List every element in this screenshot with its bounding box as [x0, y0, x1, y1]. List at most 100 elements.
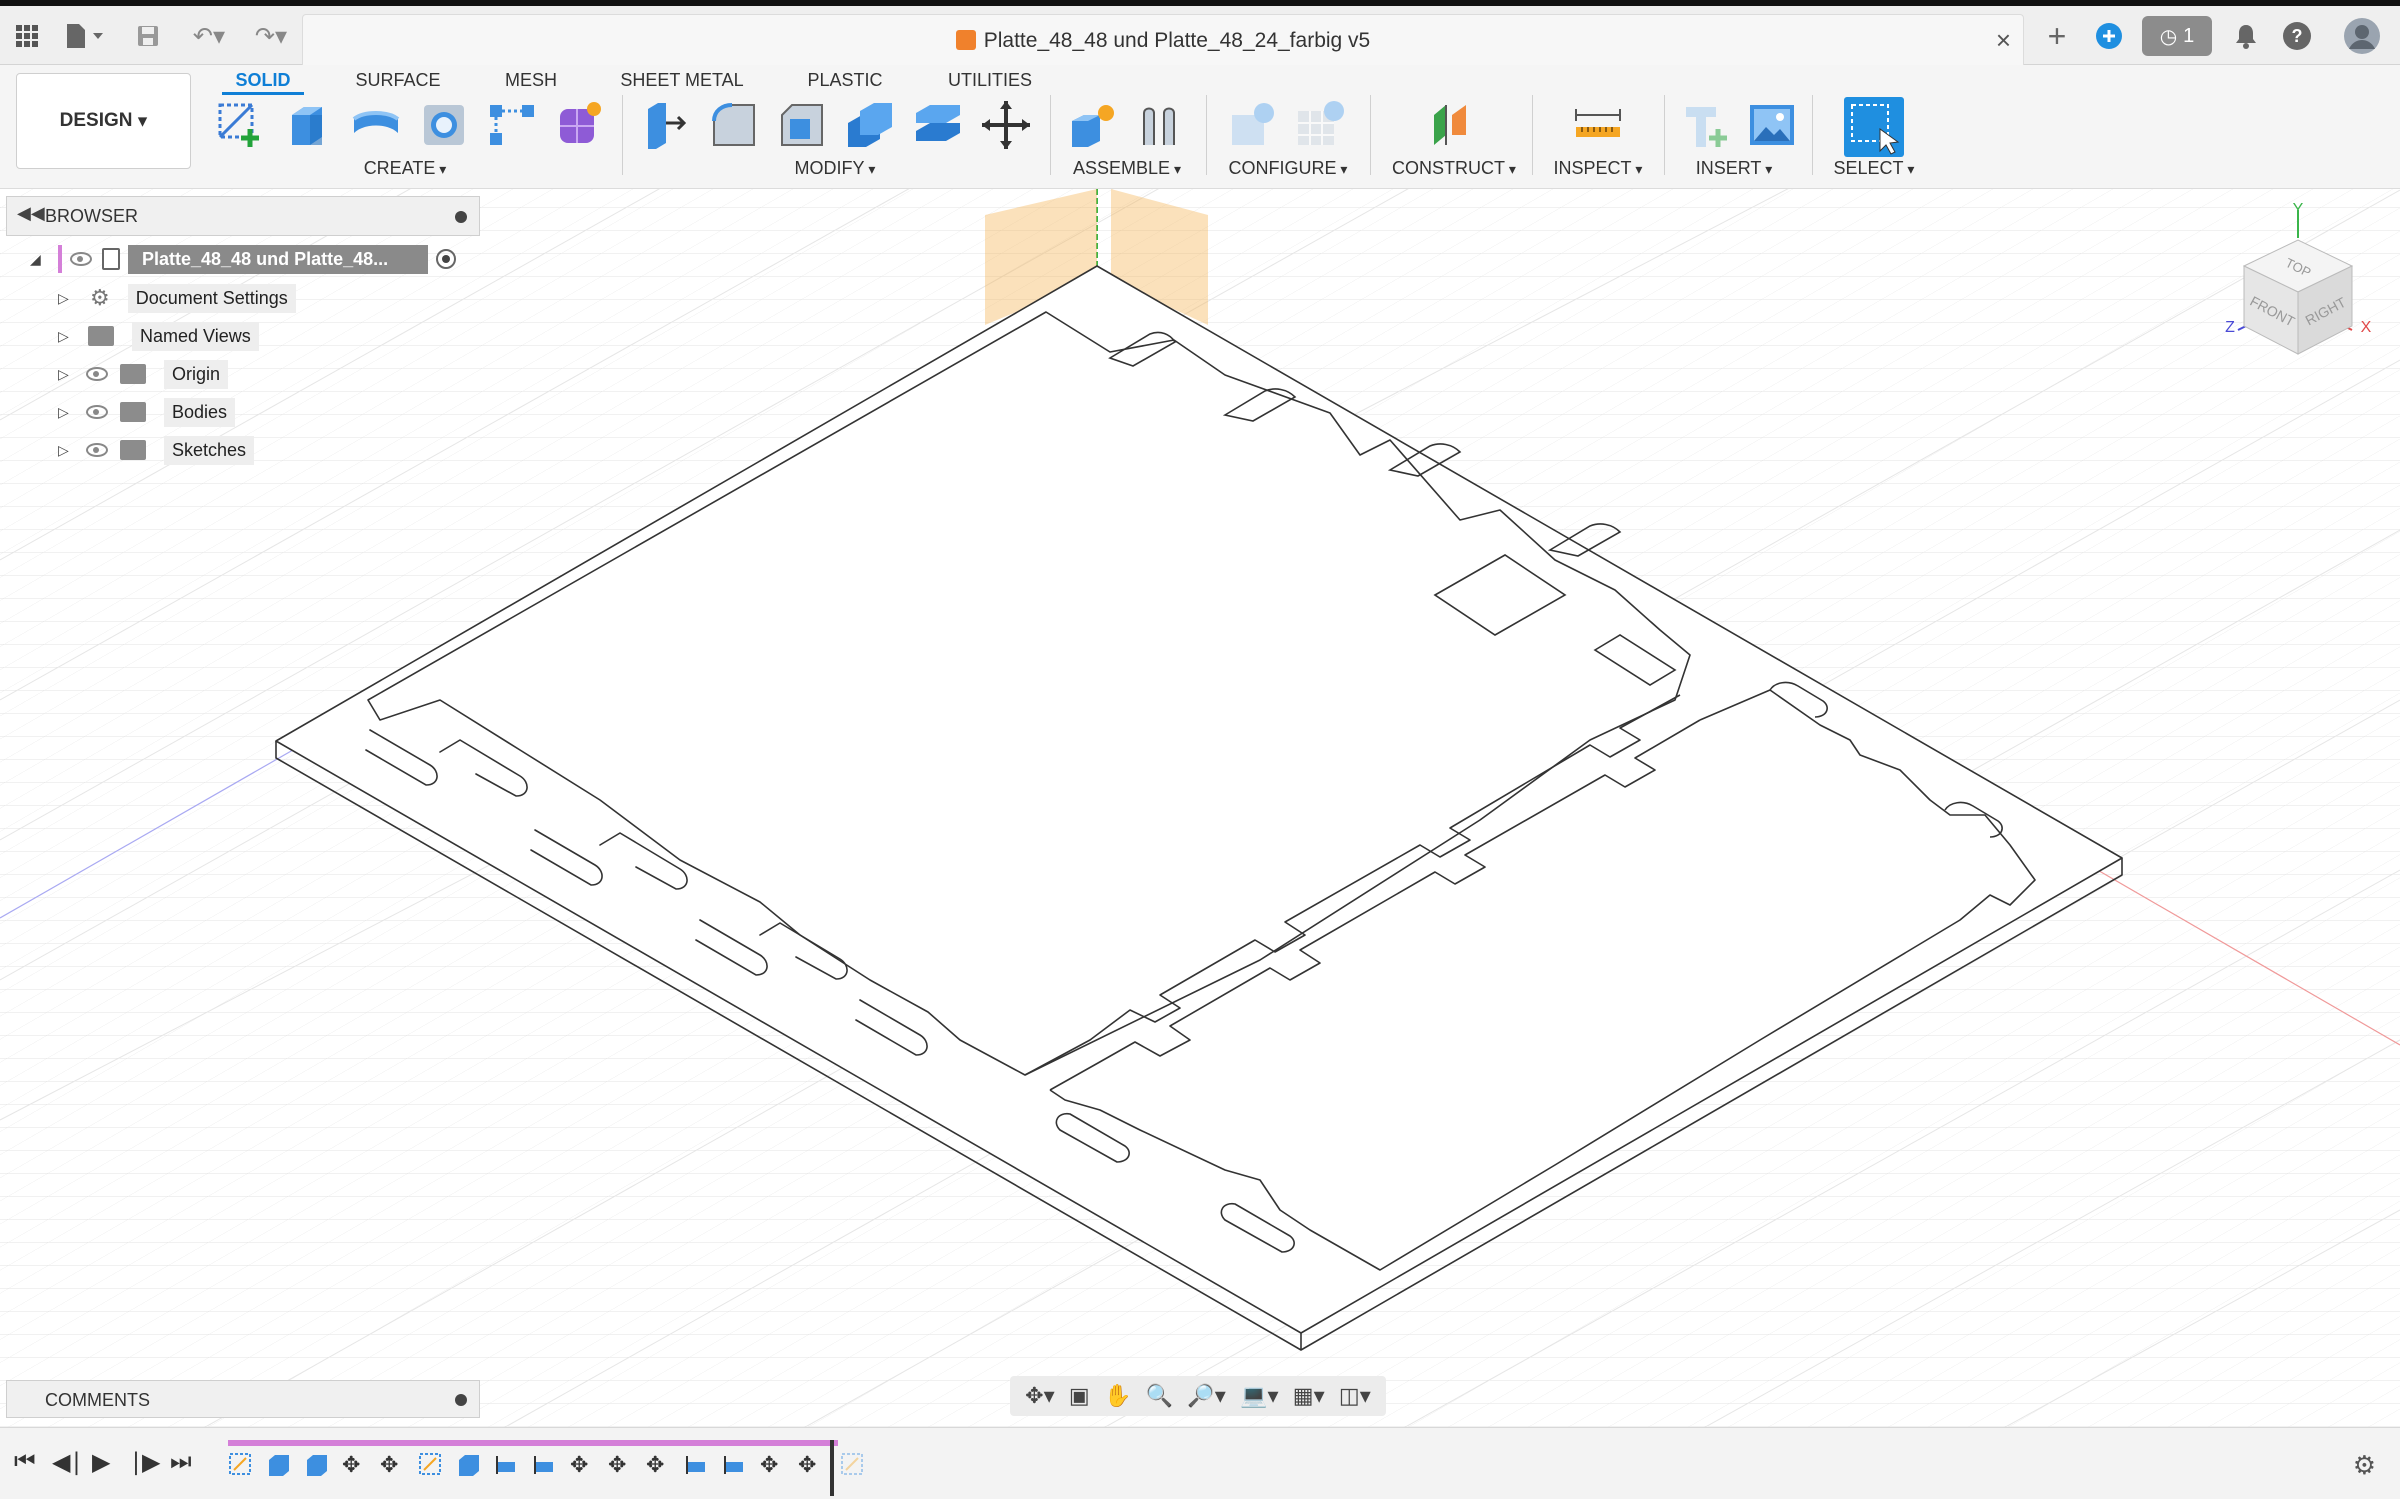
tree-item-document-settings[interactable]: ▷ ⚙ Document Settings — [58, 282, 296, 314]
inspect-menu[interactable]: INSPECT — [1538, 158, 1658, 179]
apps-grid-icon[interactable] — [10, 16, 44, 56]
timeline-extrude-icon[interactable] — [266, 1452, 292, 1476]
tab-plastic[interactable]: PLASTIC — [800, 65, 890, 95]
save-icon[interactable] — [132, 16, 164, 56]
tab-solid[interactable]: SOLID — [222, 65, 304, 95]
tree-item-origin[interactable]: ▷ Origin — [58, 358, 229, 390]
configure-menu[interactable]: CONFIGURE — [1218, 158, 1358, 179]
collapse-browser-icon[interactable]: ◀◀ — [17, 203, 45, 224]
timeline-track[interactable] — [228, 1440, 838, 1446]
timeline-align-icon[interactable] — [494, 1452, 520, 1476]
form-icon[interactable] — [552, 97, 608, 153]
zoom-icon[interactable]: 🔍 — [1146, 1383, 1173, 1409]
chamfer-icon[interactable] — [774, 97, 830, 153]
move-copy-icon[interactable] — [978, 97, 1034, 153]
shell-icon[interactable] — [842, 97, 898, 153]
visibility-eye-icon[interactable] — [70, 252, 92, 266]
pan-hand-icon[interactable]: ✋ — [1104, 1383, 1131, 1409]
expand-triangle-icon[interactable]: ▷ — [58, 366, 74, 383]
go-to-end-icon[interactable]: ⏭ — [170, 1448, 192, 1476]
tab-mesh[interactable]: MESH — [496, 65, 566, 95]
create-menu[interactable]: CREATE — [340, 158, 470, 179]
redo-icon[interactable]: ↷▾ — [246, 16, 296, 56]
insert-canvas-icon[interactable] — [1744, 97, 1800, 153]
extrude-icon[interactable] — [280, 97, 336, 153]
user-avatar[interactable] — [2340, 16, 2384, 56]
grid-settings-icon[interactable]: ▦▾ — [1293, 1383, 1325, 1409]
configure-rules-icon[interactable] — [1292, 97, 1348, 153]
press-pull-icon[interactable] — [638, 97, 694, 153]
viewports-icon[interactable]: ◫▾ — [1339, 1383, 1371, 1409]
modify-menu[interactable]: MODIFY — [770, 158, 900, 179]
expand-triangle-icon[interactable]: ▷ — [58, 290, 74, 307]
split-body-icon[interactable] — [910, 97, 966, 153]
timeline-align-icon[interactable] — [532, 1452, 558, 1476]
expand-triangle-icon[interactable]: ▷ — [58, 404, 74, 421]
select-menu[interactable]: SELECT — [1814, 158, 1934, 179]
timeline-move-icon[interactable]: ✥ — [760, 1452, 786, 1477]
workspace-switcher[interactable]: DESIGN ▾ — [16, 73, 191, 169]
pin-comments-icon[interactable] — [455, 1394, 467, 1406]
fit-zoom-icon[interactable]: 🔎▾ — [1187, 1383, 1225, 1409]
display-settings-icon[interactable]: 💻▾ — [1240, 1383, 1278, 1409]
new-component-icon[interactable] — [1064, 97, 1120, 153]
fillet-icon[interactable] — [706, 97, 762, 153]
hole-icon[interactable] — [416, 97, 472, 153]
construct-menu[interactable]: CONSTRUCT — [1384, 158, 1524, 179]
visibility-eye-icon[interactable] — [86, 367, 108, 381]
collapse-triangle-icon[interactable]: ◢ — [30, 251, 46, 268]
timeline-move-icon[interactable]: ✥ — [608, 1452, 634, 1477]
visibility-eye-icon[interactable] — [86, 443, 108, 457]
tree-root[interactable]: ◢ Platte_48_48 und Platte_48... — [30, 243, 456, 275]
look-at-icon[interactable]: ▣ — [1069, 1383, 1090, 1409]
timeline-align-icon[interactable] — [684, 1452, 710, 1476]
measure-icon[interactable] — [1570, 97, 1626, 153]
timeline-align-icon[interactable] — [722, 1452, 748, 1476]
document-tab[interactable]: Platte_48_48 und Platte_48_24_farbig v5 … — [302, 14, 2024, 68]
3d-viewport[interactable] — [0, 189, 2400, 1429]
timeline-move-icon[interactable]: ✥ — [380, 1452, 406, 1477]
timeline-move-icon[interactable]: ✥ — [342, 1452, 368, 1477]
timeline-move-icon[interactable]: ✥ — [798, 1452, 824, 1477]
tree-item-sketches[interactable]: ▷ Sketches — [58, 434, 255, 466]
play-icon[interactable]: ▶ — [92, 1448, 110, 1477]
insert-derive-icon[interactable] — [1678, 97, 1734, 153]
joint-icon[interactable] — [1132, 97, 1188, 153]
expand-triangle-icon[interactable]: ▷ — [58, 442, 74, 459]
go-to-start-icon[interactable]: ⏮ — [14, 1448, 36, 1476]
activate-radio-icon[interactable] — [436, 249, 456, 269]
job-status-button[interactable]: ◷ 1 — [2142, 16, 2212, 56]
comments-panel[interactable]: COMMENTS — [6, 1380, 480, 1418]
timeline-sketch-icon[interactable] — [840, 1452, 866, 1476]
view-cube[interactable]: TOP FRONT RIGHT Y Z X — [2210, 196, 2390, 356]
timeline-marker[interactable] — [830, 1440, 834, 1496]
select-icon[interactable] — [1844, 97, 1904, 157]
create-sketch-icon[interactable] — [212, 97, 268, 153]
expand-triangle-icon[interactable]: ▷ — [58, 328, 74, 345]
timeline-move-icon[interactable]: ✥ — [570, 1452, 596, 1477]
tab-surface[interactable]: SURFACE — [350, 65, 446, 95]
insert-menu[interactable]: INSERT — [1676, 158, 1792, 179]
timeline-settings-icon[interactable]: ⚙ — [2353, 1450, 2376, 1481]
tab-utilities[interactable]: UTILITIES — [942, 65, 1038, 95]
visibility-eye-icon[interactable] — [86, 405, 108, 419]
assemble-menu[interactable]: ASSEMBLE — [1060, 158, 1194, 179]
new-tab-button[interactable]: + — [2036, 16, 2078, 56]
undo-icon[interactable]: ↶▾ — [184, 16, 234, 56]
tab-sheet-metal[interactable]: SHEET METAL — [614, 65, 750, 95]
help-icon[interactable]: ? — [2280, 16, 2314, 56]
file-menu-icon[interactable] — [62, 16, 108, 56]
pattern-icon[interactable] — [484, 97, 540, 153]
step-forward-icon[interactable]: ∣▶ — [130, 1448, 160, 1477]
step-back-icon[interactable]: ◀∣ — [52, 1448, 82, 1477]
close-tab-button[interactable]: × — [1996, 25, 2011, 56]
timeline-extrude-icon[interactable] — [456, 1452, 482, 1476]
extensions-icon[interactable] — [2092, 16, 2126, 56]
tree-item-named-views[interactable]: ▷ Named Views — [58, 320, 259, 352]
timeline-sketch-icon[interactable] — [228, 1452, 254, 1476]
timeline-move-icon[interactable]: ✥ — [646, 1452, 672, 1477]
revolve-icon[interactable] — [348, 97, 404, 153]
notifications-icon[interactable] — [2230, 16, 2262, 56]
construct-plane-icon[interactable] — [1424, 97, 1480, 153]
tree-item-bodies[interactable]: ▷ Bodies — [58, 396, 236, 428]
